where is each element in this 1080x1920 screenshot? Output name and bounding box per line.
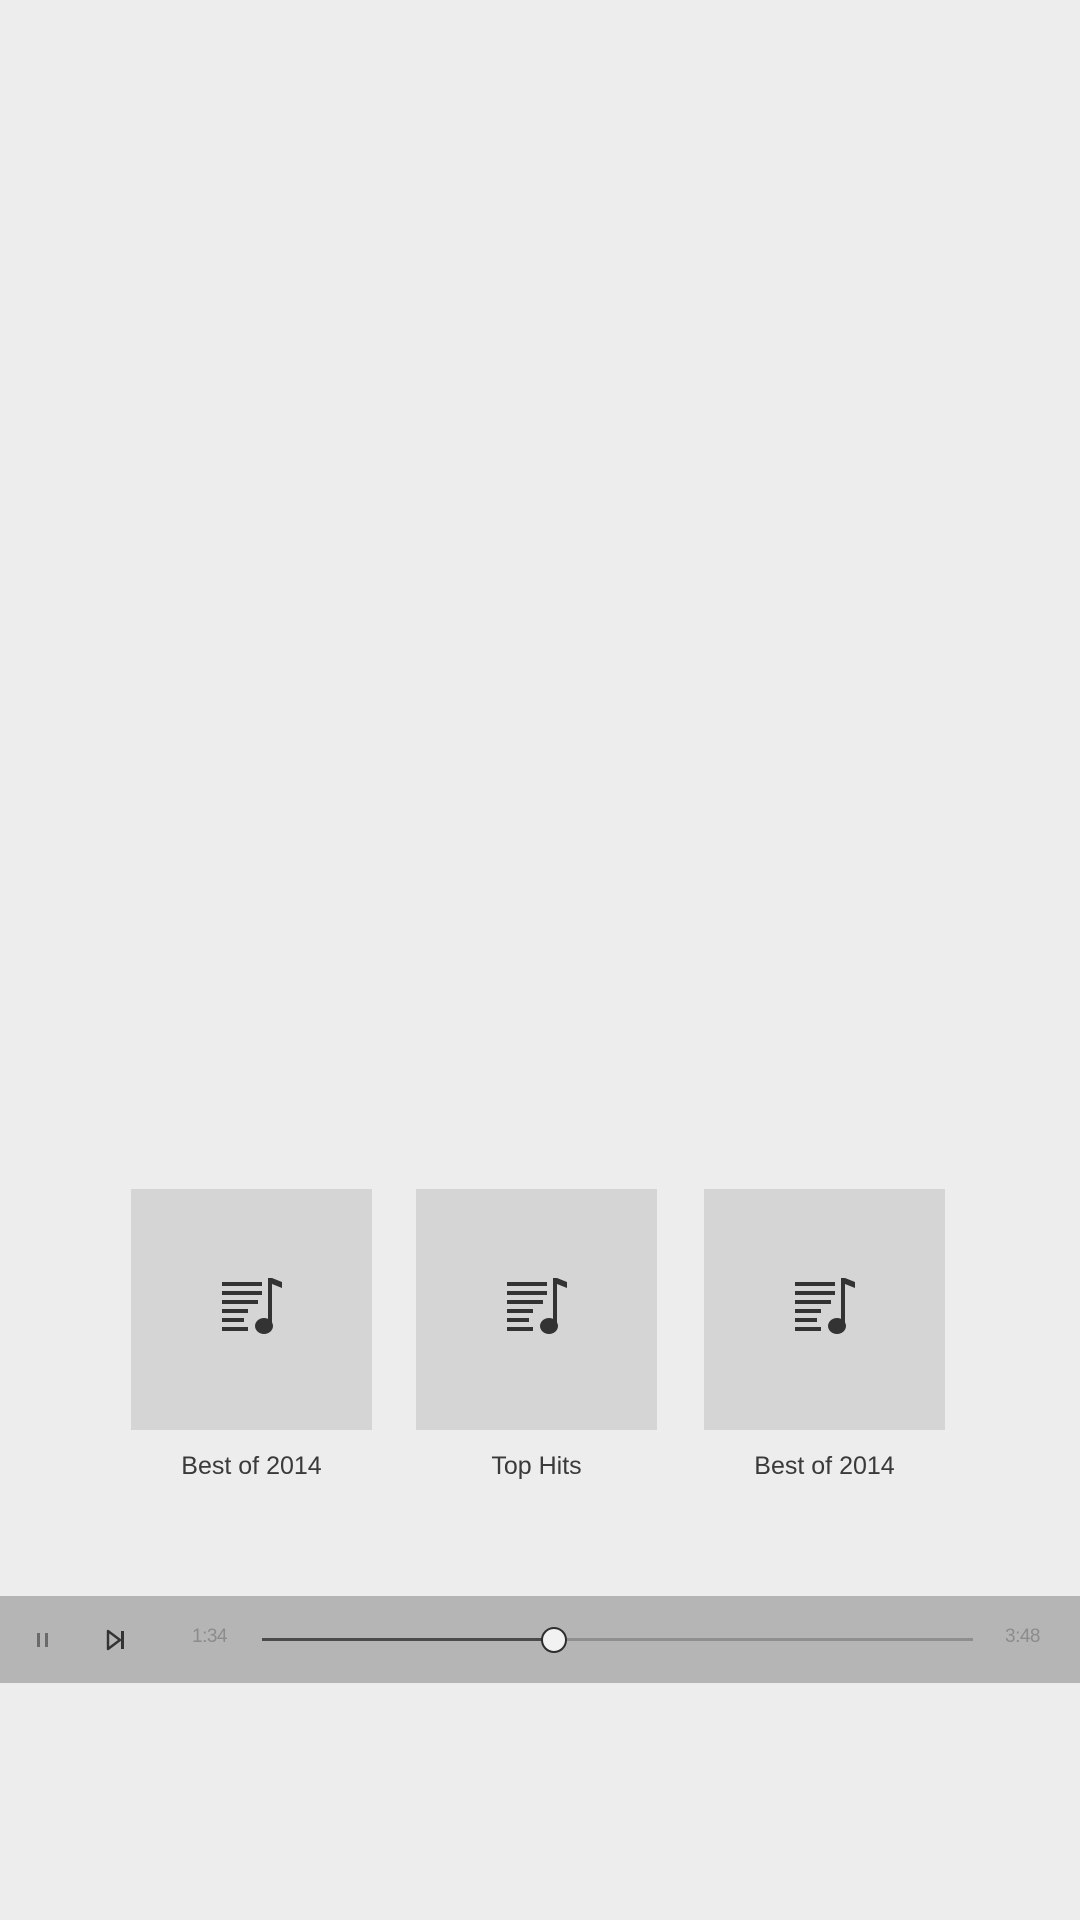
- seek-progress: [262, 1638, 554, 1641]
- playlist-title: Top Hits: [491, 1452, 582, 1480]
- playlist-cover[interactable]: [131, 1189, 372, 1430]
- playlist-music-icon: [506, 1277, 567, 1334]
- playlist-tile-top-hits[interactable]: Top Hits: [416, 1189, 657, 1481]
- playlist-tile-best-of-2014[interactable]: Best of 2014: [704, 1189, 945, 1481]
- player-bar: 1:34 3:48: [0, 1596, 1080, 1683]
- playlist-title: Best of 2014: [754, 1452, 895, 1480]
- playlist-music-icon: [221, 1277, 282, 1334]
- seek-thumb[interactable]: [540, 1627, 567, 1653]
- pause-button[interactable]: [25, 1622, 61, 1658]
- playlist-cover[interactable]: [416, 1189, 657, 1430]
- total-time: 3:48: [1005, 1626, 1040, 1647]
- playlist-music-icon: [794, 1277, 855, 1334]
- playlist-title: Best of 2014: [181, 1452, 322, 1480]
- seek-slider[interactable]: [262, 1622, 973, 1658]
- playlist-tile-best-of-2014[interactable]: Best of 2014: [131, 1189, 372, 1481]
- playlist-row: Best of 2014 Top Hits Best of 2014: [0, 1189, 1080, 1489]
- playlist-cover[interactable]: [704, 1189, 945, 1430]
- elapsed-time: 1:34: [192, 1626, 227, 1647]
- skip-next-icon: [106, 1629, 124, 1651]
- pause-icon: [37, 1633, 48, 1647]
- next-button[interactable]: [98, 1622, 134, 1658]
